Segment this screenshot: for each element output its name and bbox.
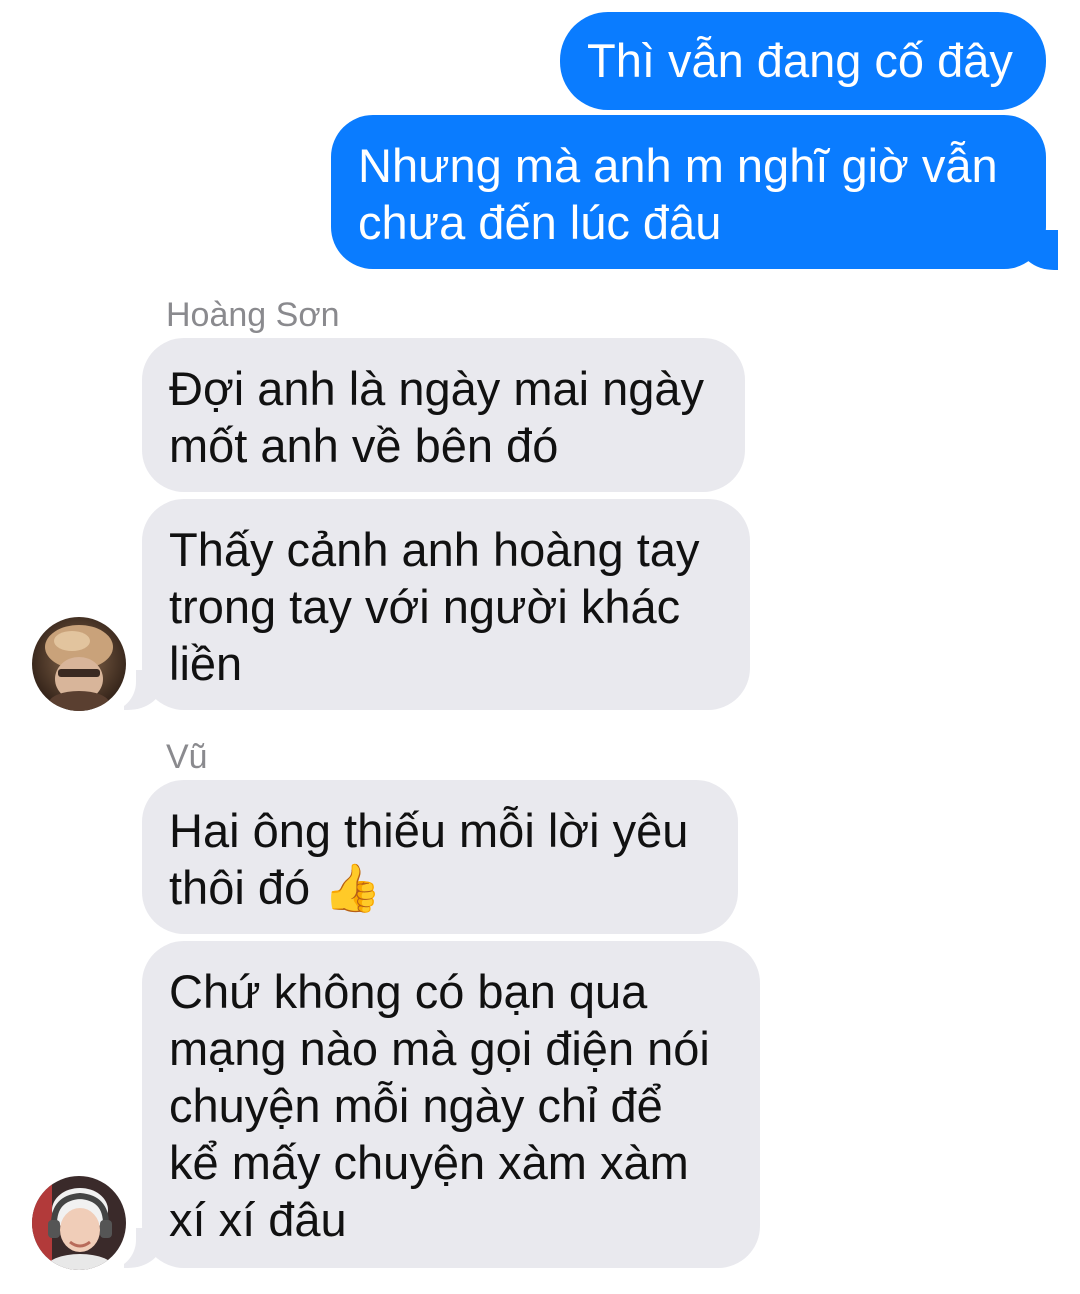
person-avatar-icon bbox=[32, 1176, 126, 1270]
message-text: Chứ không có bạn qua bbox=[169, 965, 648, 1018]
incoming-message-bubble[interactable]: Chứ không có bạn qua mạng nào mà gọi điệ… bbox=[142, 941, 760, 1268]
message-text: mạng nào mà gọi điện nói bbox=[169, 1022, 710, 1075]
message-text: chưa đến lúc đâu bbox=[358, 196, 722, 249]
bubble-tail bbox=[1018, 230, 1058, 270]
thumbs-up-emoji: 👍 bbox=[323, 861, 382, 916]
message-text: chuyện mỗi ngày chỉ để bbox=[169, 1079, 663, 1132]
outgoing-message-bubble[interactable]: Thì vẫn đang cố đây bbox=[560, 12, 1046, 110]
message-text-line: thôi đó 👍 bbox=[169, 859, 711, 917]
message-text: Thấy cảnh anh hoàng tay bbox=[169, 523, 700, 576]
incoming-message-bubble[interactable]: Hai ông thiếu mỗi lời yêu thôi đó 👍 bbox=[142, 780, 738, 934]
message-text: Đợi anh là ngày mai ngày bbox=[169, 362, 705, 415]
message-text: xí xí đâu bbox=[169, 1193, 347, 1246]
message-text: Thì vẫn đang cố đây bbox=[587, 34, 1013, 87]
person-avatar-icon bbox=[32, 617, 126, 711]
message-text: trong tay với người khác bbox=[169, 580, 681, 633]
incoming-message-bubble[interactable]: Thấy cảnh anh hoàng tay trong tay với ng… bbox=[142, 499, 750, 710]
sender-name: Vũ bbox=[166, 738, 208, 776]
message-text: Nhưng mà anh m nghĩ giờ vẫn bbox=[358, 139, 998, 192]
message-text: mốt anh về bên đó bbox=[169, 419, 559, 472]
avatar-hoang-son[interactable] bbox=[32, 617, 126, 711]
bubble-tail-mask bbox=[1058, 228, 1080, 272]
message-text: thôi đó bbox=[169, 861, 311, 914]
incoming-message-bubble[interactable]: Đợi anh là ngày mai ngày mốt anh về bên … bbox=[142, 338, 745, 492]
message-text: liền bbox=[169, 637, 243, 690]
message-text: kể mấy chuyện xàm xàm bbox=[169, 1136, 689, 1189]
sender-name: Hoàng Sơn bbox=[166, 296, 340, 334]
avatar-vu[interactable] bbox=[32, 1176, 126, 1270]
outgoing-message-bubble[interactable]: Nhưng mà anh m nghĩ giờ vẫn chưa đến lúc… bbox=[331, 115, 1046, 269]
message-text: Hai ông thiếu mỗi lời yêu bbox=[169, 804, 689, 857]
